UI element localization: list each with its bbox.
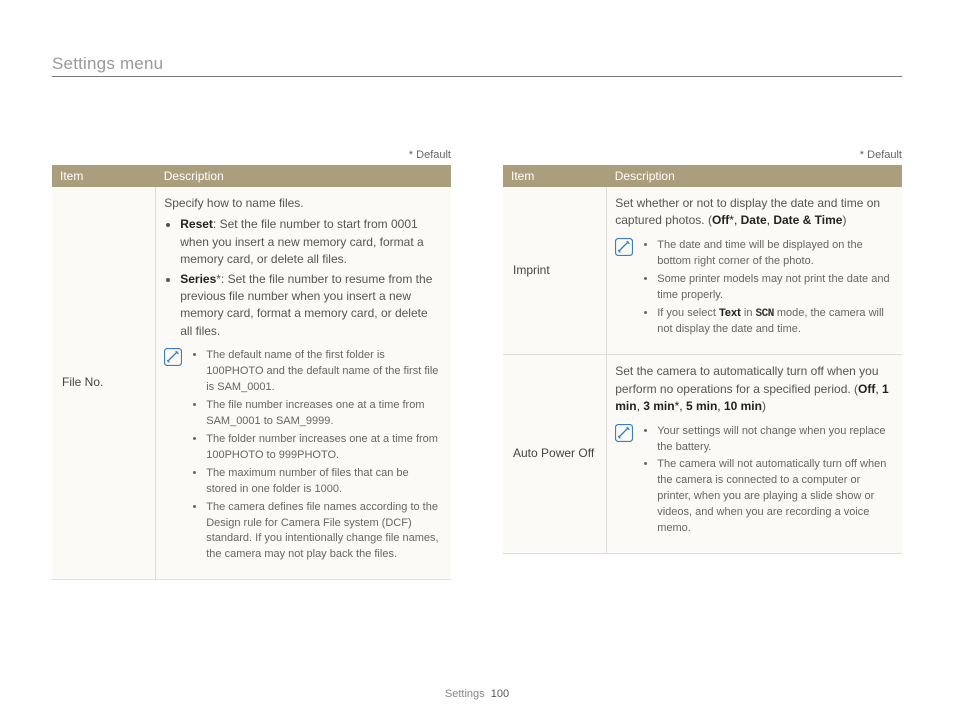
note-block: The default name of the first folder is … <box>164 346 441 569</box>
right-table: Item Description Imprint Set whether or … <box>503 165 902 554</box>
opt-sfx: * <box>675 399 680 413</box>
table-header-row: Item Description <box>503 165 902 187</box>
note-block: Your settings will not change when you r… <box>615 422 892 544</box>
default-note-right: * Default <box>503 149 902 161</box>
note-item: If you select Text in SCN mode, the came… <box>657 306 892 339</box>
item-imprint: Imprint <box>503 187 607 355</box>
opt: Date <box>741 213 767 227</box>
list-item: Series*: Set the file number to resume f… <box>180 271 441 341</box>
opt: 10 min <box>724 399 762 413</box>
desc-auto-power-off: Set the camera to automatically turn off… <box>607 355 902 554</box>
note-item: The date and time will be displayed on t… <box>657 238 892 270</box>
option-list: Reset: Set the file number to start from… <box>164 216 441 340</box>
note-item: The camera will not automatically turn o… <box>657 457 892 537</box>
option-text: : Set the file number to start from 0001… <box>180 217 423 266</box>
intro-span: Set the camera to automatically turn off… <box>615 364 878 395</box>
default-note-left: * Default <box>52 149 451 161</box>
header-description: Description <box>607 165 902 187</box>
right-column: * Default Item Description Imprint Set w… <box>503 149 902 580</box>
opt: 3 min <box>643 399 674 413</box>
left-column: * Default Item Description File No. Spec… <box>52 149 451 580</box>
note-icon <box>615 238 633 256</box>
note-item: The default name of the first folder is … <box>206 348 441 396</box>
note-list: The default name of the first folder is … <box>190 348 441 565</box>
note-item: The file number increases one at a time … <box>206 398 441 430</box>
text-label: Text <box>719 307 741 319</box>
table-row: Imprint Set whether or not to display th… <box>503 187 902 355</box>
table-row: Auto Power Off Set the camera to automat… <box>503 355 902 554</box>
intro-text: Set the camera to automatically turn off… <box>615 363 892 415</box>
content-columns: * Default Item Description File No. Spec… <box>52 149 902 580</box>
note-icon <box>164 348 182 366</box>
footer-section: Settings <box>445 688 485 700</box>
opt: Date & Time <box>773 213 842 227</box>
list-item: Reset: Set the file number to start from… <box>180 216 441 268</box>
intro-text: Specify how to name files. <box>164 195 441 212</box>
note-list: The date and time will be displayed on t… <box>641 238 892 341</box>
footer-page-number: 100 <box>491 688 509 700</box>
note-item: The folder number increases one at a tim… <box>206 432 441 464</box>
opt-sfx: * <box>729 213 734 227</box>
note-list: Your settings will not change when you r… <box>641 424 892 540</box>
desc-imprint: Set whether or not to display the date a… <box>607 187 902 355</box>
header-item: Item <box>503 165 607 187</box>
option-label: Reset <box>180 217 213 231</box>
note-item: Your settings will not change when you r… <box>657 424 892 456</box>
desc-file-no: Specify how to name files. Reset: Set th… <box>156 187 451 580</box>
options-span: Off*, Date, Date & Time <box>712 213 843 227</box>
option-label: Series <box>180 272 216 286</box>
note-item: The camera defines file names according … <box>206 500 441 564</box>
page-footer: Settings 100 <box>0 688 954 700</box>
note-block: The date and time will be displayed on t… <box>615 236 892 345</box>
close-paren: ) <box>762 399 766 413</box>
page-title: Settings menu <box>52 54 902 77</box>
header-description: Description <box>156 165 451 187</box>
item-auto-power-off: Auto Power Off <box>503 355 607 554</box>
item-file-no: File No. <box>52 187 156 580</box>
scn-mode: SCN <box>756 308 774 320</box>
opt: Off <box>858 382 875 396</box>
left-table: Item Description File No. Specify how to… <box>52 165 451 580</box>
note-icon <box>615 424 633 442</box>
table-header-row: Item Description <box>52 165 451 187</box>
note-item: The maximum number of files that can be … <box>206 466 441 498</box>
intro-text: Set whether or not to display the date a… <box>615 195 892 230</box>
table-row: File No. Specify how to name files. Rese… <box>52 187 451 580</box>
header-item: Item <box>52 165 156 187</box>
opt: 5 min <box>686 399 717 413</box>
note-item: Some printer models may not print the da… <box>657 272 892 304</box>
opt: Off <box>712 213 729 227</box>
close-paren: ) <box>842 213 846 227</box>
